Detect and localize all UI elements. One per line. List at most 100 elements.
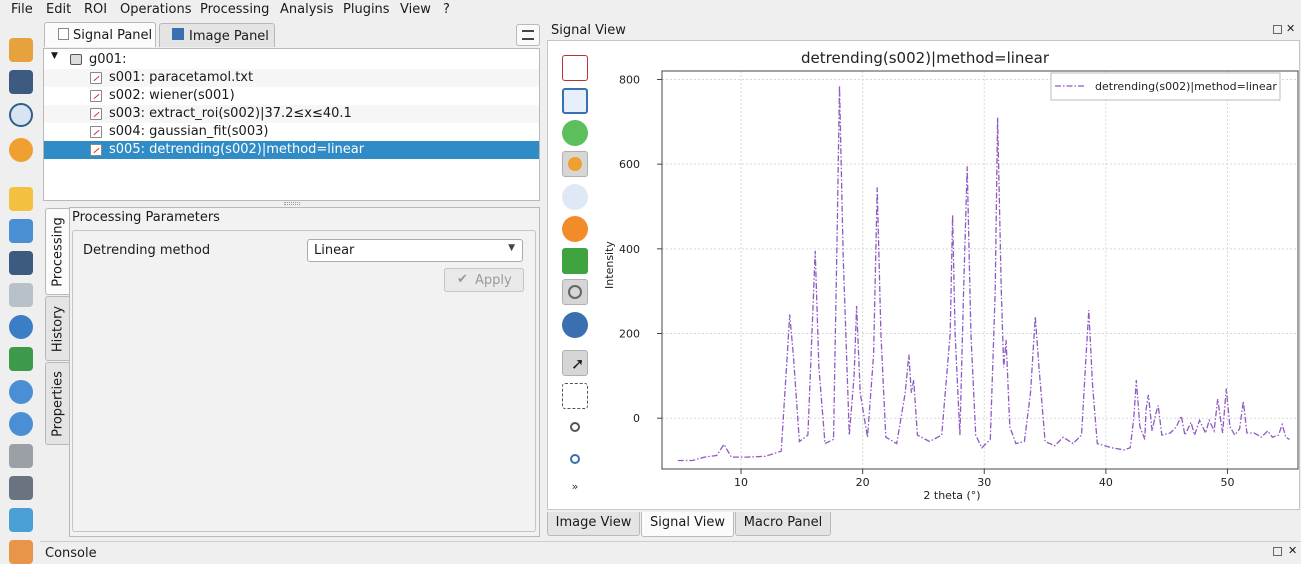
y-tick-label: 400	[619, 243, 640, 256]
settings-icon[interactable]	[9, 138, 33, 162]
tab-image-view[interactable]: Image View	[547, 512, 640, 536]
tab-image-panel[interactable]: Image Panel	[159, 23, 275, 47]
tab-macro-panel-label: Macro Panel	[743, 515, 823, 530]
save-h5-icon[interactable]	[9, 70, 33, 94]
y-axis-label: Intensity	[603, 241, 616, 289]
tree-item-label: s003: extract_roi(s002)|37.2≤x≤40.1	[109, 106, 352, 121]
detrending-method-value: Linear	[314, 243, 355, 258]
open-signal-icon[interactable]	[9, 187, 33, 211]
chart-title: detrending(s002)|method=linear	[801, 49, 1050, 67]
tab-signal-view[interactable]: Signal View	[641, 512, 734, 537]
duplicate-icon[interactable]	[9, 283, 33, 307]
menu-operations[interactable]: Operations	[120, 2, 191, 17]
plot-axes-frame	[661, 70, 1299, 470]
tree-item[interactable]: s003: extract_roi(s002)|37.2≤x≤40.1	[44, 105, 539, 123]
tree-item-label: s005: detrending(s002)|method=linear	[109, 142, 365, 157]
tree-item[interactable]: s004: gaussian_fit(s003)	[44, 123, 539, 141]
console-icon[interactable]	[9, 540, 33, 564]
console-dock: Console ✕	[40, 541, 1301, 561]
menu-plugins[interactable]: Plugins	[343, 2, 390, 17]
tab-image-panel-label: Image Panel	[189, 29, 269, 44]
tab-properties[interactable]: Properties	[45, 362, 69, 445]
tree-item-label: s001: paracetamol.txt	[109, 70, 254, 85]
tab-image-view-label: Image View	[555, 515, 632, 530]
detrending-method-label: Detrending method	[83, 243, 211, 258]
legend: detrending(s002)|method=linear	[1050, 72, 1281, 101]
tree-group-row[interactable]: ▼ g001:	[44, 51, 539, 69]
save-signal-icon[interactable]	[9, 251, 33, 275]
float-icon[interactable]	[1273, 25, 1282, 34]
y-tick-label: 800	[619, 73, 640, 86]
detrending-method-select[interactable]: Linear ▼	[307, 239, 523, 262]
tab-properties-label: Properties	[50, 370, 65, 437]
browse-h5-icon[interactable]	[9, 103, 33, 127]
tree-item-label: s004: gaussian_fit(s003)	[109, 124, 269, 139]
copy-icon[interactable]	[9, 444, 33, 468]
signal-view-title: Signal View	[551, 23, 626, 38]
grid	[662, 71, 1298, 469]
menu-edit[interactable]: Edit	[46, 2, 71, 17]
move-down-icon[interactable]	[9, 412, 33, 436]
legend-label: detrending(s002)|method=linear	[1095, 80, 1277, 93]
delete-icon[interactable]	[9, 476, 33, 500]
signal-plot[interactable]: 0 200 400 600 800 10 20 30 40 50 detrending(s002…	[547, 40, 1300, 510]
y-axis-ticks: 0 200 400 600 800	[619, 73, 662, 425]
open-h5-icon[interactable]	[9, 38, 33, 62]
splitter-handle[interactable]	[284, 202, 300, 205]
list-icon	[522, 30, 534, 40]
tree-item-selected[interactable]: s005: detrending(s002)|method=linear	[44, 141, 539, 159]
menu-processing[interactable]: Processing	[200, 2, 269, 17]
processing-section-title: Processing Parameters	[72, 210, 220, 225]
menu-file[interactable]: File	[11, 2, 33, 17]
chevron-down-icon: ▼	[508, 243, 515, 253]
x-tick-label: 30	[977, 476, 991, 489]
menu-roi[interactable]: ROI	[84, 2, 107, 17]
apply-label: Apply	[475, 273, 512, 288]
x-tick-label: 20	[856, 476, 870, 489]
close-icon[interactable]: ✕	[1286, 22, 1295, 35]
layers-icon	[70, 54, 82, 65]
checkmark-icon: ✔	[457, 272, 468, 287]
y-tick-label: 0	[633, 412, 640, 425]
tab-signal-panel[interactable]: Signal Panel	[44, 22, 156, 47]
panel-options-button[interactable]	[516, 24, 540, 46]
apply-button[interactable]: ✔ Apply	[444, 268, 524, 292]
x-axis-ticks: 10 20 30 40 50	[734, 469, 1234, 489]
tab-history-label: History	[50, 305, 65, 352]
close-icon[interactable]: ✕	[1288, 544, 1297, 557]
signal-tree: ▼ g001: s001: paracetamol.txt s002: wien…	[43, 48, 540, 201]
menu-analysis[interactable]: Analysis	[280, 2, 334, 17]
signal-icon	[90, 108, 102, 120]
refresh-icon[interactable]	[9, 315, 33, 339]
tab-macro-panel[interactable]: Macro Panel	[735, 512, 831, 536]
signal-icon	[90, 90, 102, 102]
float-icon[interactable]	[1273, 547, 1282, 556]
tree-item-label: s002: wiener(s001)	[109, 88, 235, 103]
tab-processing[interactable]: Processing	[45, 208, 69, 295]
signal-icon	[90, 72, 102, 84]
collapse-arrow-icon[interactable]: ▼	[51, 51, 58, 61]
tree-item[interactable]: s002: wiener(s001)	[44, 87, 539, 105]
signal-icon	[90, 126, 102, 138]
image-panel-icon	[172, 28, 184, 40]
series-line	[677, 85, 1290, 462]
x-tick-label: 10	[734, 476, 748, 489]
signal-icon	[90, 144, 102, 156]
menu-view[interactable]: View	[400, 2, 431, 17]
main-toolbar	[0, 22, 40, 564]
import-icon[interactable]	[9, 219, 33, 243]
x-tick-label: 40	[1099, 476, 1113, 489]
truck-icon[interactable]	[9, 508, 33, 532]
tree-item[interactable]: s001: paracetamol.txt	[44, 69, 539, 87]
tab-signal-view-label: Signal View	[650, 515, 725, 530]
menu-help[interactable]: ?	[443, 2, 450, 17]
y-tick-label: 600	[619, 158, 640, 171]
move-up-icon[interactable]	[9, 380, 33, 404]
tab-processing-label: Processing	[50, 216, 65, 287]
remove-icon[interactable]	[9, 347, 33, 371]
signal-panel-icon	[58, 28, 69, 40]
console-title: Console	[45, 546, 97, 561]
y-tick-label: 200	[619, 328, 640, 341]
menubar: File Edit ROI Operations Processing Anal…	[0, 0, 1301, 21]
tab-history[interactable]: History	[45, 296, 69, 361]
